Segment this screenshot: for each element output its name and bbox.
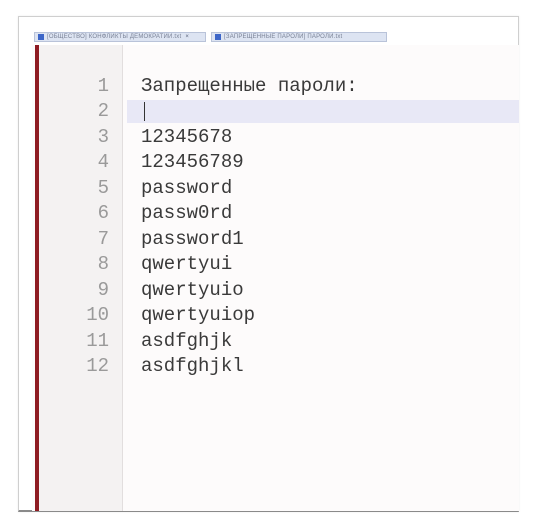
line-number: 11 <box>86 329 109 352</box>
line-number: 9 <box>97 278 109 301</box>
tab-label: [ЗАПРЕЩЕННЫЕ ПАРОЛИ] ПАРОЛИ.txt <box>224 34 343 40</box>
editor-line-current[interactable]: 2 <box>39 99 519 125</box>
editor-line[interactable]: 1 Запрещенные пароли: <box>39 73 519 99</box>
code-lines: 1 Запрещенные пароли: 2 3 12345678 4 123… <box>39 73 519 379</box>
line-text[interactable]: qwertyuio <box>141 279 244 301</box>
line-number: 8 <box>97 253 109 276</box>
line-text[interactable]: passw0rd <box>141 202 232 224</box>
editor-line[interactable]: 11 asdfghjk <box>39 328 519 354</box>
tab-file-2[interactable]: [ЗАПРЕЩЕННЫЕ ПАРОЛИ] ПАРОЛИ.txt <box>211 32 387 42</box>
tab-label: [ОБЩЕСТВО] КОНФЛИКТЫ ДЕМОКРАТИИ.txt <box>47 34 182 40</box>
editor-line[interactable]: 3 12345678 <box>39 124 519 150</box>
line-number: 1 <box>97 74 109 97</box>
line-text[interactable]: 12345678 <box>141 126 232 148</box>
line-number: 10 <box>86 304 109 327</box>
document-icon <box>215 34 221 40</box>
line-number: 12 <box>86 355 109 378</box>
editor-line[interactable]: 10 qwertyuiop <box>39 303 519 329</box>
tab-bar: [ОБЩЕСТВО] КОНФЛИКТЫ ДЕМОКРАТИИ.txt × [З… <box>34 31 514 43</box>
line-text[interactable]: password1 <box>141 228 244 250</box>
line-text[interactable]: qwertyuiop <box>141 304 255 326</box>
line-number: 6 <box>97 202 109 225</box>
editor-line[interactable]: 12 asdfghjkl <box>39 354 519 380</box>
line-number: 5 <box>97 176 109 199</box>
close-icon[interactable]: × <box>185 34 189 40</box>
line-number: 3 <box>97 125 109 148</box>
line-number: 4 <box>97 151 109 174</box>
text-cursor <box>144 101 145 121</box>
editor-line[interactable]: 8 qwertyui <box>39 252 519 278</box>
tab-file-1[interactable]: [ОБЩЕСТВО] КОНФЛИКТЫ ДЕМОКРАТИИ.txt × <box>34 32 206 42</box>
line-text[interactable]: password <box>141 177 232 199</box>
line-text[interactable]: Запрещенные пароли: <box>141 75 358 97</box>
line-text[interactable]: asdfghjkl <box>141 355 244 377</box>
line-number: 2 <box>97 100 109 123</box>
editor-line[interactable]: 9 qwertyuio <box>39 277 519 303</box>
editor-line[interactable]: 5 password <box>39 175 519 201</box>
line-text[interactable]: qwertyui <box>141 253 232 275</box>
line-text[interactable]: 123456789 <box>141 151 244 173</box>
editor-line[interactable]: 6 passw0rd <box>39 201 519 227</box>
line-number: 7 <box>97 227 109 250</box>
editor-line[interactable]: 4 123456789 <box>39 150 519 176</box>
document-icon <box>38 34 44 40</box>
editor-line[interactable]: 7 password1 <box>39 226 519 252</box>
line-text[interactable]: asdfghjk <box>141 330 232 352</box>
editor-window: [ОБЩЕСТВО] КОНФЛИКТЫ ДЕМОКРАТИИ.txt × [З… <box>18 16 519 512</box>
